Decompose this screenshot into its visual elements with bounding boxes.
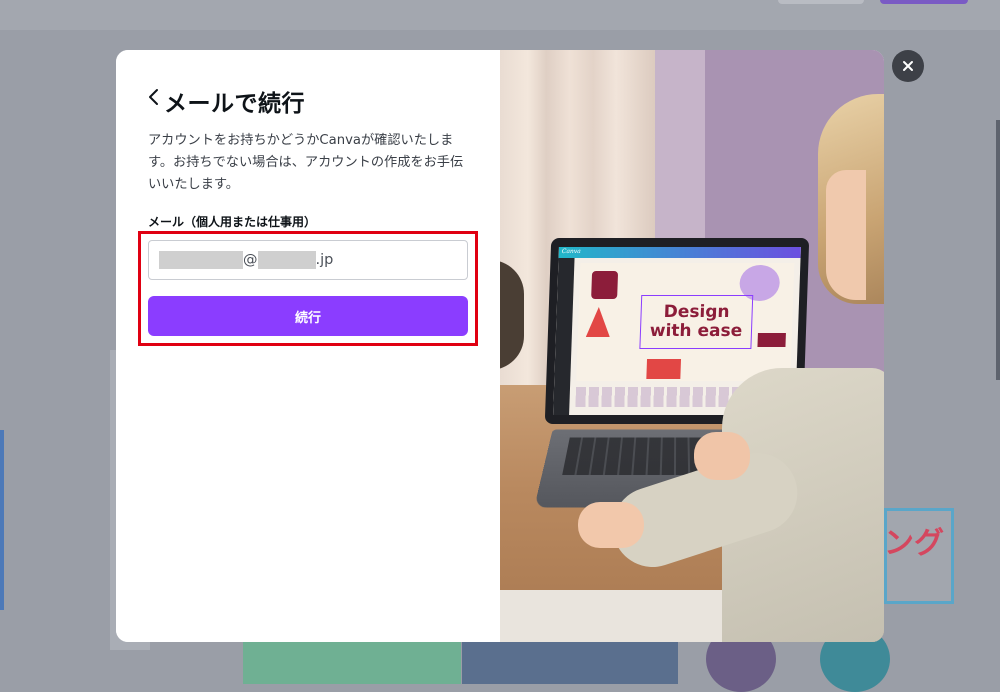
background-promo-text: ング	[884, 526, 944, 561]
background-banner	[243, 640, 461, 684]
photo-person-hand	[694, 432, 750, 480]
photo-headline-line: Design	[663, 302, 730, 322]
photo-app-bar: Canva	[558, 247, 801, 258]
dialog-description: アカウントをお持ちかどうかCanvaが確認いたします。お持ちでない場合は、アカウ…	[148, 133, 464, 192]
email-field[interactable]: @ .jp	[148, 240, 468, 280]
redacted-text	[257, 251, 316, 269]
email-at-sign: @	[243, 252, 258, 268]
photo-app-logo: Canva	[561, 248, 581, 255]
email-field-label: メール（個人用または仕事用）	[148, 215, 317, 229]
background-left-edge	[0, 430, 4, 610]
photo-shape	[757, 333, 786, 347]
close-icon	[902, 57, 914, 76]
background-banner-image	[462, 640, 678, 684]
photo-shape	[591, 271, 619, 299]
promo-photo: Canva Design with ease	[500, 50, 884, 642]
redacted-text	[159, 251, 243, 269]
email-continue-dialog: メールで続行 アカウントをお持ちかどうかCanvaが確認いたします。お持ちでない…	[116, 50, 884, 642]
continue-button[interactable]: 続行	[148, 296, 468, 336]
dialog-form-panel: メールで続行 アカウントをお持ちかどうかCanvaが確認いたします。お持ちでない…	[116, 50, 500, 642]
photo-shape	[646, 359, 682, 379]
photo-person-face	[826, 170, 866, 300]
background-right-edge	[996, 120, 1000, 380]
photo-app-canvas: Design with ease	[576, 263, 795, 381]
dialog-title: メールで続行	[164, 91, 305, 117]
photo-shape	[586, 307, 611, 337]
photo-app-sidebar	[553, 258, 575, 415]
background-button	[778, 0, 864, 4]
chevron-left-icon	[147, 88, 159, 110]
photo-design-headline: Design with ease	[639, 295, 754, 349]
photo-person-hand	[578, 502, 644, 548]
photo-headline-line: with ease	[649, 321, 743, 341]
close-button[interactable]	[892, 50, 924, 82]
background-primary-button	[880, 0, 968, 4]
background-top-bar	[0, 0, 1000, 30]
back-button[interactable]	[144, 88, 162, 110]
email-domain-suffix: .jp	[315, 252, 334, 268]
